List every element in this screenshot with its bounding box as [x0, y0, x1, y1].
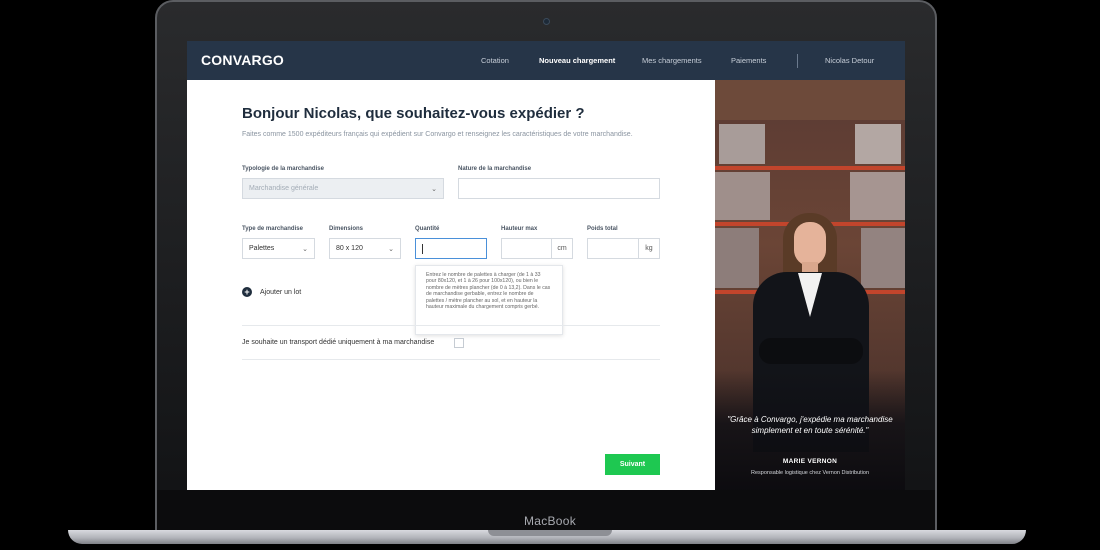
nav-link-mes-chargements[interactable]: Mes chargements: [642, 56, 702, 65]
transport-dedie-label: Je souhaite un transport dédié uniquemen…: [242, 339, 435, 346]
dimensions-value: 80 x 120: [336, 245, 363, 252]
hauteur-input[interactable]: [501, 238, 552, 259]
shelf-beam: [715, 166, 905, 170]
nav-user-menu[interactable]: Nicolas Detour: [825, 56, 874, 65]
testimonial-photo: "Grâce à Convargo, j'expédie ma marchand…: [715, 80, 905, 490]
type-label: Type de marchandise: [242, 226, 303, 232]
chevron-down-icon: ⌄: [431, 186, 437, 193]
top-navigation: CONVARGO Cotation Nouveau chargement Mes…: [187, 41, 905, 80]
testimonial-role: Responsable logistique chez Vernon Distr…: [750, 470, 870, 476]
warehouse-ceiling: [715, 80, 905, 120]
testimonial-quote: "Grâce à Convargo, j'expédie ma marchand…: [727, 415, 893, 435]
nav-divider: [797, 54, 798, 68]
hauteur-unit: cm: [551, 238, 573, 259]
shelf-boxes: [861, 228, 905, 288]
nav-link-cotation[interactable]: Cotation: [481, 56, 509, 65]
quantite-input[interactable]: [415, 238, 487, 259]
nav-link-paiements[interactable]: Paiements: [731, 56, 766, 65]
typologie-value: Marchandise générale: [249, 185, 319, 192]
shelf-boxes: [850, 172, 905, 220]
page-title: Bonjour Nicolas, que souhaitez-vous expé…: [242, 105, 585, 122]
nature-input[interactable]: [458, 178, 660, 199]
typologie-label: Typologie de la marchandise: [242, 166, 324, 172]
typologie-select[interactable]: Marchandise générale ⌄: [242, 178, 444, 199]
shelf-boxes: [855, 124, 901, 164]
person-crossed-arms: [759, 338, 863, 364]
page-subtitle: Faites comme 1500 expéditeurs français q…: [242, 131, 633, 138]
dimensions-select[interactable]: 80 x 120 ⌄: [329, 238, 401, 259]
poids-label: Poids total: [587, 226, 618, 232]
chevron-down-icon: ⌄: [388, 246, 394, 253]
transport-dedie-checkbox[interactable]: [454, 338, 464, 348]
shelf-boxes: [715, 228, 759, 288]
poids-unit: kg: [638, 238, 660, 259]
type-value: Palettes: [249, 245, 275, 252]
shelf-boxes: [719, 124, 765, 164]
add-lot-button[interactable]: + Ajouter un lot: [242, 287, 301, 297]
testimonial-name: MARIE VERNON: [782, 458, 838, 465]
convargo-logo[interactable]: CONVARGO: [201, 52, 284, 68]
divider: [242, 359, 660, 360]
add-lot-label: Ajouter un lot: [260, 288, 302, 296]
quantite-label: Quantité: [415, 226, 440, 232]
app-screen: CONVARGO Cotation Nouveau chargement Mes…: [187, 41, 905, 490]
hauteur-label: Hauteur max: [501, 226, 538, 232]
chevron-down-icon: ⌄: [302, 246, 308, 253]
camera-icon: [543, 18, 550, 25]
nav-link-nouveau-chargement[interactable]: Nouveau chargement: [539, 56, 615, 65]
divider: [242, 325, 660, 326]
type-select[interactable]: Palettes ⌄: [242, 238, 315, 259]
poids-input[interactable]: [587, 238, 639, 259]
nature-label: Nature de la marchandise: [458, 166, 532, 172]
laptop-notch: [488, 530, 612, 536]
shelf-boxes: [715, 172, 770, 220]
plus-circle-icon: +: [242, 287, 252, 297]
text-cursor: [422, 243, 423, 254]
person-face: [794, 222, 826, 266]
device-brand-label: MacBook: [523, 514, 577, 528]
dimensions-label: Dimensions: [329, 226, 364, 232]
next-button[interactable]: Suivant: [605, 454, 660, 475]
